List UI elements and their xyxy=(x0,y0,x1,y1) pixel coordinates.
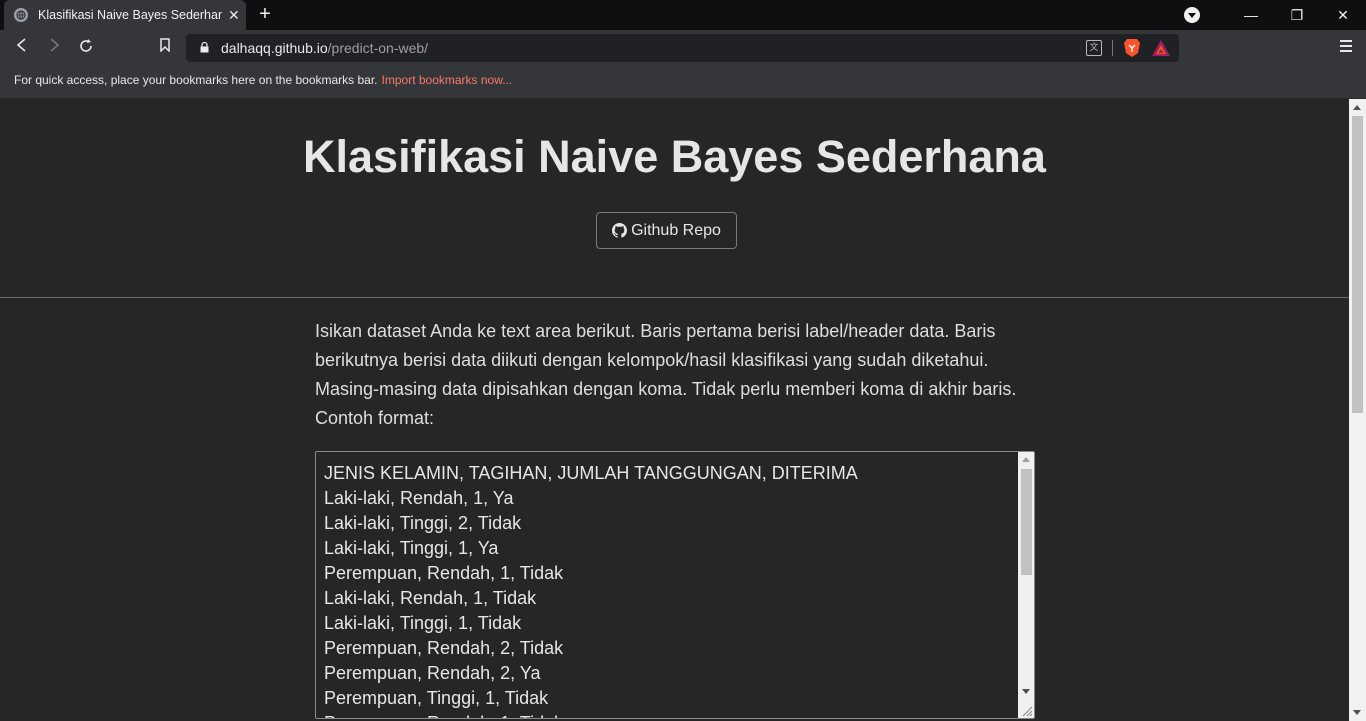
globe-icon xyxy=(14,8,28,22)
bookmarks-bar: For quick access, place your bookmarks h… xyxy=(0,66,1366,99)
restore-button[interactable]: ❐ xyxy=(1274,0,1320,30)
page-viewport: Klasifikasi Naive Bayes Sederhana Github… xyxy=(0,99,1349,721)
back-icon[interactable] xyxy=(12,38,32,58)
scroll-up-icon[interactable] xyxy=(1022,457,1030,462)
separator xyxy=(1112,40,1113,56)
brave-rewards-icon[interactable] xyxy=(1151,39,1171,57)
url-text: dalhaqq.github.io/predict-on-web/ xyxy=(221,40,429,56)
minimize-button[interactable]: — xyxy=(1228,0,1274,30)
scroll-down-icon[interactable] xyxy=(1022,689,1030,694)
close-tab-icon[interactable]: ✕ xyxy=(228,7,240,24)
page-scroll-up-icon[interactable] xyxy=(1353,105,1361,110)
window-controls: — ❐ ✕ xyxy=(1184,0,1366,30)
bookmark-icon[interactable] xyxy=(155,38,175,58)
page-scroll-down-icon[interactable] xyxy=(1353,710,1361,715)
forward-icon[interactable] xyxy=(44,38,64,58)
github-button-label: Github Repo xyxy=(631,221,721,239)
resize-handle-icon[interactable] xyxy=(1019,703,1033,717)
github-icon xyxy=(612,223,628,238)
page-scrollbar[interactable] xyxy=(1349,99,1366,721)
page-title: Klasifikasi Naive Bayes Sederhana xyxy=(303,131,1046,182)
page-scrollbar-thumb[interactable] xyxy=(1352,116,1363,413)
close-window-button[interactable]: ✕ xyxy=(1320,0,1366,30)
textarea-scrollbar[interactable] xyxy=(1018,452,1034,718)
bookmarks-message: For quick access, place your bookmarks h… xyxy=(14,73,513,87)
browser-tab[interactable]: Klasifikasi Naive Bayes Sederhana ✕ xyxy=(4,0,246,30)
browser-toolbar: dalhaqq.github.io/predict-on-web/ 文 xyxy=(0,30,1366,66)
tab-search-icon[interactable] xyxy=(1184,7,1200,23)
tab-title: Klasifikasi Naive Bayes Sederhana xyxy=(38,8,222,22)
translate-icon[interactable]: 文 xyxy=(1086,40,1102,56)
import-bookmarks-link[interactable]: Import bookmarks now... xyxy=(382,73,513,87)
browser-title-bar: Klasifikasi Naive Bayes Sederhana ✕ + — … xyxy=(0,0,1366,30)
dataset-textarea[interactable] xyxy=(316,452,1019,718)
page-header: Klasifikasi Naive Bayes Sederhana Github… xyxy=(0,99,1349,298)
instructions-section: Isikan dataset Anda ke text area berikut… xyxy=(315,317,1035,433)
menu-icon[interactable] xyxy=(1340,40,1352,54)
dataset-textarea-container xyxy=(315,451,1035,719)
instructions-text: Isikan dataset Anda ke text area berikut… xyxy=(315,321,1017,428)
github-repo-button[interactable]: Github Repo xyxy=(596,212,737,249)
reload-icon[interactable] xyxy=(76,38,96,58)
lock-icon xyxy=(200,42,209,53)
new-tab-button[interactable]: + xyxy=(254,3,276,25)
scrollbar-thumb[interactable] xyxy=(1021,469,1032,575)
address-bar[interactable]: dalhaqq.github.io/predict-on-web/ 文 xyxy=(186,34,1179,62)
brave-shield-icon[interactable] xyxy=(1123,38,1141,58)
